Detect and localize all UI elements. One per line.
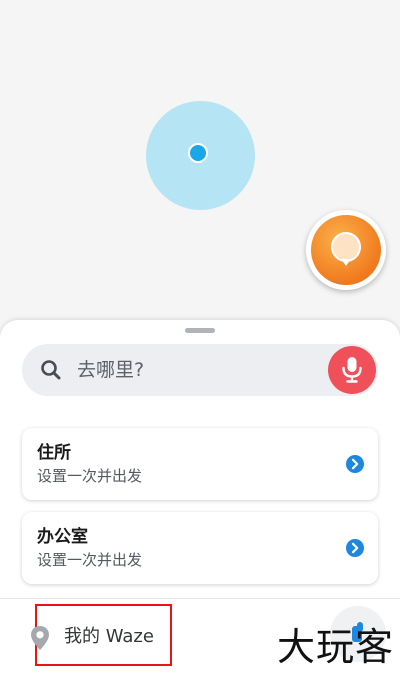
drag-handle[interactable] [185,328,215,333]
search-icon [41,360,61,380]
current-location-dot [188,143,208,163]
place-subtitle: 设置一次并出发 [37,467,143,485]
place-card-work[interactable]: 办公室 设置一次并出发 [22,512,378,584]
place-card-home[interactable]: 住所 设置一次并出发 [22,428,378,500]
place-title: 办公室 [37,527,88,547]
report-button[interactable] [306,210,386,290]
search-bar[interactable]: 去哪里? [22,344,378,396]
chevron-right-icon [346,539,364,557]
search-placeholder: 去哪里? [77,359,145,381]
voice-search-button[interactable] [328,346,376,394]
chevron-right-icon [346,455,364,473]
my-waze-button[interactable]: 我的 Waze [31,604,172,666]
place-title: 住所 [37,443,71,463]
watermark-text: 大玩客 [277,625,395,669]
bottom-sheet: 去哪里? 住所 设置一次并出发 办公室 设置一次并出发 [0,320,400,598]
place-subtitle: 设置一次并出发 [37,551,143,569]
my-waze-label: 我的 Waze [64,626,154,647]
microphone-icon [342,357,362,383]
map-pin-icon [31,626,49,650]
report-bubble-icon [311,215,381,285]
map-view[interactable] [0,0,400,340]
